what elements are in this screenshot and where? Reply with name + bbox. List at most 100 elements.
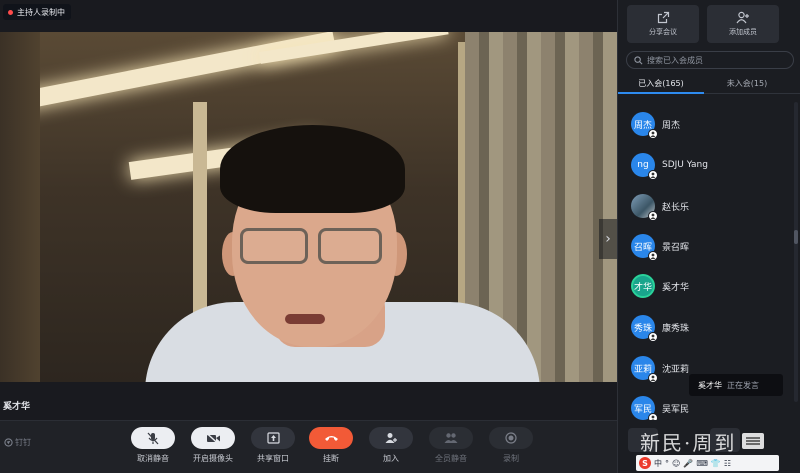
- list-item[interactable]: ng SDJU Yang: [618, 145, 790, 185]
- share-external-icon: [627, 11, 699, 25]
- share-meeting-button[interactable]: 分享会议: [627, 5, 699, 43]
- share-window-button-label: 共享窗口: [257, 454, 289, 463]
- mute-all-icon: [429, 427, 473, 449]
- host-badge-icon: [648, 332, 658, 342]
- recording-dot-icon: [8, 9, 13, 15]
- list-item[interactable]: 赵长乐: [618, 186, 790, 226]
- tab-not-joined[interactable]: 未入会(15): [704, 78, 790, 89]
- speaking-indicator: 奚才华 正在发言: [689, 374, 783, 396]
- member-name: 赵长乐: [662, 202, 690, 213]
- host-badge-icon: [648, 129, 658, 139]
- member-name: 周杰: [662, 120, 681, 131]
- list-item[interactable]: 周杰 周杰: [618, 104, 790, 144]
- toolbar-brand: 钉钉: [4, 437, 31, 448]
- mute-all-button[interactable]: 全员静音: [421, 427, 481, 464]
- member-list-scrollbar[interactable]: [794, 102, 798, 402]
- ime-voice-icon[interactable]: 🎤: [683, 459, 693, 468]
- record-button[interactable]: 录制: [481, 427, 541, 464]
- member-list[interactable]: 周杰 周杰 ng SDJU Yang 赵长乐 召晖 景召晖 才华 奚才华 秀珠 …: [618, 100, 790, 420]
- ime-skin-icon[interactable]: 👕: [711, 459, 721, 468]
- video-backdrop-light: [259, 32, 449, 64]
- camera-button-label: 开启摄像头: [193, 454, 233, 463]
- camera-button[interactable]: 开启摄像头: [183, 427, 243, 464]
- active-tab-indicator: [618, 92, 704, 94]
- participants-panel: 分享会议 添加成员 已入会(165) 未入会(15) 周杰 周杰 ng SDJU…: [617, 0, 800, 473]
- scrollbar-thumb[interactable]: [794, 230, 798, 244]
- add-member-label: 添加成员: [729, 28, 757, 36]
- ime-keyboard-icon[interactable]: ⌨: [696, 459, 708, 468]
- ime-emoji-icon[interactable]: ☺: [672, 459, 680, 468]
- list-item[interactable]: 秀珠 康秀珠: [618, 307, 790, 347]
- member-name: SDJU Yang: [662, 160, 708, 170]
- list-item[interactable]: 才华 奚才华: [618, 266, 790, 306]
- add-person-icon: [369, 427, 413, 449]
- avatar: 秀珠: [631, 315, 658, 342]
- speaker-mouth: [285, 314, 325, 324]
- speaking-status: 正在发言: [727, 380, 759, 390]
- meeting-toolbar: 钉钉 取消静音 开启摄像头 共享窗口 挂断 加入 全员静音 录制: [0, 420, 617, 473]
- video-pane: 主持人录制中 › 奚才华 钉钉 取消静音 开启摄像头 共享窗口 挂断 加入 全员…: [0, 0, 617, 473]
- ime-punctuation-icon[interactable]: °: [665, 459, 669, 468]
- share-window-button[interactable]: 共享窗口: [243, 427, 303, 464]
- invite-button-label: 加入: [383, 454, 399, 463]
- avatar: 才华: [631, 274, 655, 298]
- member-tabs: 已入会(165) 未入会(15): [618, 76, 800, 94]
- speaking-name: 奚才华: [698, 380, 722, 390]
- meeting-window: 主持人录制中 › 奚才华 钉钉 取消静音 开启摄像头 共享窗口 挂断 加入 全员…: [0, 0, 800, 473]
- mute-button-label: 取消静音: [137, 454, 169, 463]
- dingtalk-logo-icon: [4, 438, 13, 447]
- avatar: 周杰: [631, 112, 658, 139]
- invite-button[interactable]: 加入: [361, 427, 421, 464]
- avatar: [631, 194, 658, 221]
- speaker-glasses: [240, 228, 308, 264]
- host-badge-icon: [648, 211, 658, 221]
- video-backdrop-light: [18, 32, 336, 110]
- record-button-label: 录制: [503, 454, 519, 463]
- speaker-name-label: 奚才华: [3, 402, 31, 412]
- hangup-button-label: 挂断: [323, 454, 339, 463]
- member-name: 奚才华: [662, 282, 690, 293]
- recording-badge-label: 主持人录制中: [17, 7, 65, 17]
- avatar: 军民: [631, 396, 658, 420]
- member-name: 景召晖: [662, 242, 690, 253]
- share-meeting-label: 分享会议: [649, 28, 677, 36]
- member-name: 吴军民: [662, 404, 690, 415]
- member-name: 沈亚莉: [662, 364, 690, 375]
- avatar: 亚莉: [631, 356, 658, 383]
- mic-off-icon: [131, 427, 175, 449]
- speaker-glasses: [318, 228, 382, 264]
- member-search-input[interactable]: [647, 55, 787, 65]
- sogou-logo-icon[interactable]: S: [639, 457, 651, 469]
- avatar: ng: [631, 153, 658, 180]
- recording-badge: 主持人录制中: [3, 4, 71, 20]
- speaker-video: ›: [0, 32, 617, 382]
- host-badge-icon: [648, 413, 658, 420]
- menu-lines-icon: [742, 433, 765, 449]
- hangup-icon: [309, 427, 353, 449]
- expand-panel-arrow-icon[interactable]: ›: [599, 219, 617, 259]
- toolbar-brand-label: 钉钉: [15, 438, 31, 447]
- video-backdrop-blind: [0, 32, 40, 382]
- record-icon: [489, 427, 533, 449]
- mute-all-button-label: 全员静音: [435, 454, 467, 463]
- speaker-hair: [220, 125, 405, 213]
- ime-chinese-mode-icon[interactable]: 中: [654, 458, 662, 469]
- add-member-button[interactable]: 添加成员: [707, 5, 779, 43]
- watermark-text: 新民·周到: [640, 430, 737, 455]
- avatar: 召晖: [631, 234, 658, 261]
- mute-button[interactable]: 取消静音: [123, 427, 183, 464]
- share-window-icon: [251, 427, 295, 449]
- host-badge-icon: [648, 373, 658, 383]
- broadcaster-watermark: 新民·周到: [640, 423, 800, 459]
- ime-toolbox-icon[interactable]: ☷: [724, 459, 731, 468]
- add-person-icon: [707, 11, 779, 25]
- host-badge-icon: [648, 251, 658, 261]
- hangup-button[interactable]: 挂断: [301, 427, 361, 464]
- ime-toolbar: S 中 ° ☺ 🎤 ⌨ 👕 ☷: [636, 455, 779, 471]
- camera-off-icon: [191, 427, 235, 449]
- search-icon: [634, 55, 643, 64]
- member-search[interactable]: [626, 51, 794, 69]
- host-badge-icon: [648, 170, 658, 180]
- list-item[interactable]: 召晖 景召晖: [618, 226, 790, 266]
- tab-joined[interactable]: 已入会(165): [618, 78, 704, 89]
